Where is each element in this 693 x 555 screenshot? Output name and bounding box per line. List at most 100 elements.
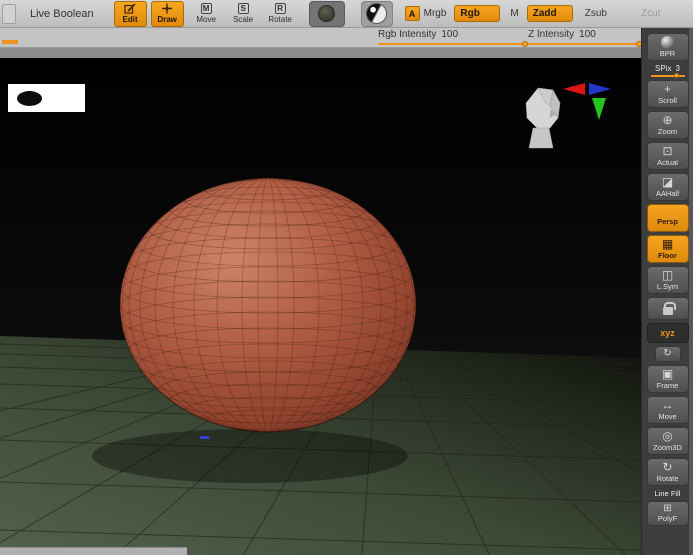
- accent-chip: [2, 40, 18, 44]
- z-intensity-label: Z Intensity: [528, 29, 575, 40]
- zcut-button[interactable]: Zcut: [637, 6, 664, 21]
- zoom-label: Zoom: [657, 127, 678, 136]
- polyframe-button[interactable]: ⊞ PolyF: [646, 501, 689, 526]
- xyz-button[interactable]: xyz: [646, 323, 689, 343]
- spix-label: SPix: [655, 64, 672, 73]
- scroll-label: Scroll: [658, 96, 677, 105]
- actual-button[interactable]: ⊡ Actual: [646, 142, 689, 170]
- xyz-label: xyz: [660, 327, 675, 338]
- move-button[interactable]: M Move: [190, 1, 223, 27]
- material-sphere-icon: [366, 3, 388, 24]
- polyframe-icon: ⊞: [663, 503, 672, 514]
- move-key-icon: M: [200, 3, 212, 14]
- toolbar-slider-row: Rgb Intensity 100 Z Intensity 100: [0, 28, 642, 48]
- frame-button[interactable]: ▣ Frame: [646, 365, 689, 393]
- material-button[interactable]: [360, 0, 393, 27]
- line-fill-label: Line Fill: [654, 489, 681, 498]
- persp-button[interactable]: Dynam Persp: [646, 204, 689, 232]
- spix-knob[interactable]: [673, 73, 679, 78]
- local-symmetry-button[interactable]: ◫ L.Sym: [646, 266, 689, 294]
- frame-label: Frame: [656, 381, 679, 390]
- aahalf-button[interactable]: ◪ AAHalf: [646, 173, 689, 201]
- sidebar-scroll-strip[interactable]: [689, 28, 693, 555]
- z-intensity-slider[interactable]: Z Intensity 100: [528, 29, 642, 47]
- floor-label: Floor: [658, 251, 677, 260]
- polyframe-label: PolyF: [657, 514, 678, 523]
- zsub-button[interactable]: Zsub: [581, 6, 611, 21]
- rotate-view-label: Rotate: [656, 474, 679, 483]
- move-arrows-icon: ↔: [661, 398, 674, 412]
- alpha-preview-panel[interactable]: [8, 84, 85, 112]
- right-shelf: BPR SPix 3 + Scroll ⊕ Zoom ⊡ Actual ◪ AA…: [641, 28, 693, 555]
- rotate-label: Rotate: [268, 15, 292, 24]
- zadd-button[interactable]: Zadd: [526, 5, 573, 22]
- actual-label: Actual: [657, 158, 678, 167]
- frame-icon: ▣: [661, 367, 674, 381]
- floor-button[interactable]: ▦ Floor: [646, 235, 689, 263]
- live-boolean-button[interactable]: Live Boolean: [24, 4, 100, 24]
- rgb-intensity-label: Rgb Intensity: [378, 29, 437, 40]
- top-toolbar: Live Boolean Edit Draw M Move S Scale R …: [0, 0, 693, 28]
- half-size-icon: ◪: [661, 175, 674, 189]
- rotate-key-icon: R: [274, 3, 286, 14]
- rotate-button[interactable]: R Rotate: [264, 1, 297, 27]
- move-view-button[interactable]: ↔ Move: [646, 396, 689, 424]
- edit-label: Edit: [122, 15, 138, 24]
- aahalf-label: AAHalf: [655, 189, 680, 198]
- symmetry-icon: ◫: [661, 268, 674, 282]
- edit-icon: [124, 3, 136, 14]
- zoom-button[interactable]: ⊕ Zoom: [646, 111, 689, 139]
- scale-key-icon: S: [237, 3, 249, 14]
- zbrush-app: Live Boolean Edit Draw M Move S Scale R …: [0, 0, 693, 555]
- spix-track[interactable]: [650, 73, 685, 78]
- magnifier-icon: ⊕: [662, 113, 673, 127]
- toolbar-divider: [0, 48, 641, 58]
- mrgb-button[interactable]: Mrgb: [424, 8, 447, 19]
- draw-button[interactable]: Draw: [150, 0, 184, 27]
- draw-icon: [162, 3, 173, 14]
- scale-label: Scale: [233, 15, 254, 24]
- canvas-horizontal-scrollbar[interactable]: [0, 547, 187, 555]
- rotate-view-button[interactable]: ↻ Rotate: [646, 458, 689, 486]
- scale-button[interactable]: S Scale: [227, 1, 260, 27]
- bpr-button[interactable]: BPR: [646, 33, 689, 61]
- rgb-intensity-slider[interactable]: Rgb Intensity 100: [378, 29, 528, 47]
- pan-icon: +: [663, 82, 671, 96]
- gyro-marker: [200, 436, 209, 439]
- actual-size-icon: ⊡: [662, 144, 673, 158]
- toolbar-corner-button[interactable]: [2, 3, 16, 24]
- sphere-shadow: [92, 429, 408, 483]
- floor-grid-icon: ▦: [661, 237, 674, 251]
- bpr-label: BPR: [659, 49, 676, 58]
- zoom3d-button[interactable]: ◎ Zoom3D: [646, 427, 689, 455]
- local-rotate-button[interactable]: ↻: [654, 346, 681, 362]
- alpha-circle-icon: [318, 5, 336, 22]
- zoom3d-icon: ◎: [662, 429, 673, 443]
- local-rotate-icon: ↻: [663, 348, 672, 359]
- lock-icon: [662, 302, 676, 315]
- move-label: Move: [196, 15, 216, 24]
- spix-value: 3: [675, 64, 680, 73]
- alpha-ellipse-icon: [17, 91, 42, 106]
- stroke-alpha-button[interactable]: [308, 0, 345, 27]
- m-button[interactable]: M: [510, 8, 518, 19]
- viewport-canvas[interactable]: [0, 58, 641, 555]
- scroll-button[interactable]: + Scroll: [646, 80, 689, 108]
- spix-slider[interactable]: SPix 3: [650, 64, 685, 78]
- edit-button[interactable]: Edit: [113, 0, 147, 27]
- draw-label: Draw: [157, 15, 177, 24]
- rotate-view-icon: ↻: [662, 460, 673, 474]
- move-view-label: Move: [658, 412, 677, 421]
- rgb-intensity-value: 100: [441, 29, 459, 40]
- viewport-scene: [0, 58, 641, 555]
- zoom3d-label: Zoom3D: [653, 443, 682, 452]
- lsym-label: L.Sym: [656, 282, 679, 291]
- rgb-intensity-track[interactable]: [378, 41, 528, 47]
- sphere-mesh[interactable]: [119, 177, 417, 433]
- dynamic-sublabel: Dynam: [655, 210, 680, 217]
- lock-button[interactable]: [646, 297, 689, 320]
- persp-label: Persp: [657, 217, 678, 226]
- z-intensity-track[interactable]: [528, 41, 642, 47]
- a-badge[interactable]: A: [404, 6, 420, 21]
- rgb-button[interactable]: Rgb: [454, 5, 501, 22]
